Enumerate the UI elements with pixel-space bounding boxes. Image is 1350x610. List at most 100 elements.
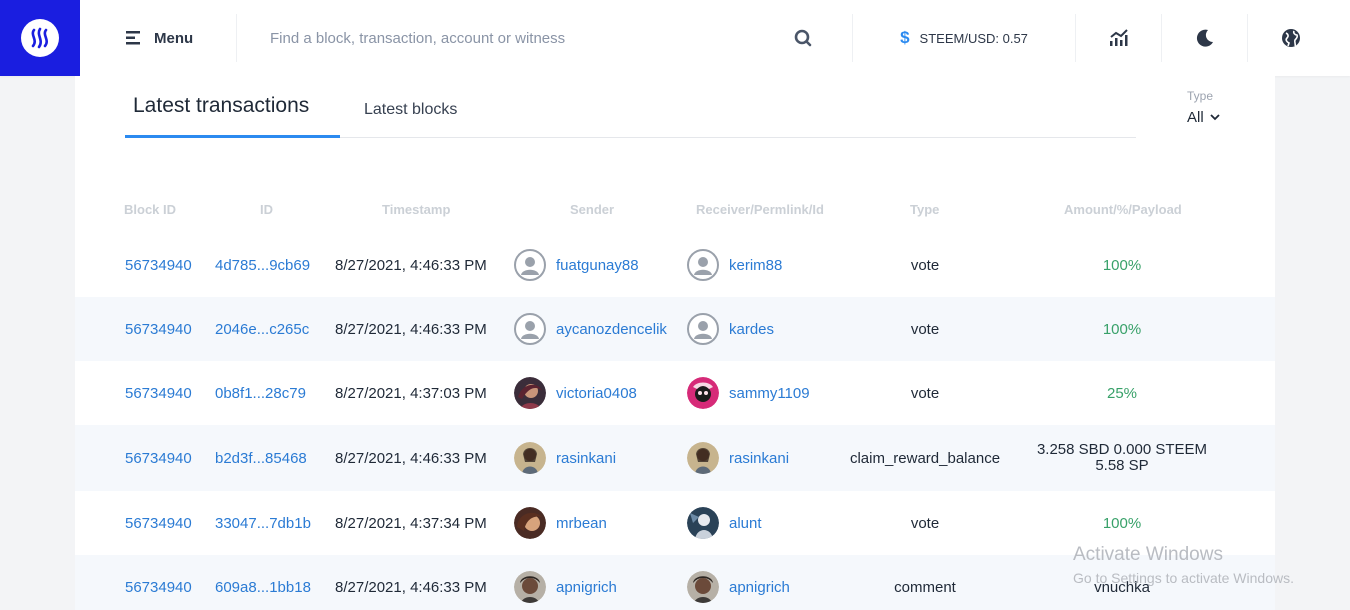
column-header-sender: Sender xyxy=(570,202,615,217)
transaction-id-link[interactable]: 33047...7db1b xyxy=(215,491,311,555)
transaction-type: comment xyxy=(894,578,956,596)
sender: rasinkani xyxy=(514,425,616,491)
default-avatar-icon xyxy=(687,313,719,345)
block-id-link[interactable]: 56734940 xyxy=(125,491,192,555)
table-row[interactable]: 56734940 b2d3f...85468 8/27/2021, 4:46:3… xyxy=(75,425,1275,491)
block-id-link[interactable]: 56734940 xyxy=(125,555,192,610)
chevron-down-icon xyxy=(1210,114,1220,121)
type-filter-select[interactable]: Type All xyxy=(1187,89,1220,127)
tab-bar: Latest transactions Latest blocks xyxy=(125,76,1136,138)
type-filter-value: All xyxy=(1187,109,1204,126)
sender-link[interactable]: mrbean xyxy=(556,515,607,532)
column-header-timestamp: Timestamp xyxy=(382,202,451,217)
chart-button[interactable] xyxy=(1076,0,1161,76)
amount: 100% xyxy=(1102,256,1142,274)
tab-latest-transactions[interactable]: Latest transactions xyxy=(125,76,340,138)
column-header-amount: Amount/%/Payload xyxy=(1064,202,1182,217)
receiver-link[interactable]: rasinkani xyxy=(729,450,789,467)
transactions-card: Latest transactions Latest blocks Type A… xyxy=(75,76,1275,610)
table-row[interactable]: 56734940 0b8f1...28c79 8/27/2021, 4:37:0… xyxy=(75,361,1275,425)
sender-link[interactable]: rasinkani xyxy=(556,450,616,467)
receiver-link[interactable]: alunt xyxy=(729,515,762,532)
receiver-link[interactable]: kardes xyxy=(729,321,774,338)
user-avatar xyxy=(687,442,719,474)
transaction-id-link[interactable]: 4d785...9cb69 xyxy=(215,233,310,297)
theme-toggle[interactable] xyxy=(1162,0,1247,76)
sender: apnigrich xyxy=(514,555,617,610)
logo[interactable] xyxy=(0,0,80,76)
price-ticker[interactable]: $ STEEM/USD: 0.57 xyxy=(853,28,1075,48)
column-header-id: ID xyxy=(260,202,273,217)
amount: 3.258 SBD 0.000 STEEM 5.58 SP xyxy=(1022,425,1222,491)
language-button[interactable] xyxy=(1248,0,1333,76)
default-avatar-icon xyxy=(687,249,719,281)
sender-link[interactable]: fuatgunay88 xyxy=(556,257,639,274)
user-avatar xyxy=(514,507,546,539)
timestamp: 8/27/2021, 4:37:03 PM xyxy=(335,384,487,402)
transaction-id-link[interactable]: 609a8...1bb18 xyxy=(215,555,311,610)
table-header: Block ID ID Timestamp Sender Receiver/Pe… xyxy=(75,202,1275,218)
receiver: alunt xyxy=(687,491,762,555)
block-id-link[interactable]: 56734940 xyxy=(125,425,192,491)
search-bar xyxy=(237,0,852,76)
sender: aycanozdencelik xyxy=(514,297,667,361)
transaction-type: vote xyxy=(910,384,940,402)
moon-icon xyxy=(1196,29,1213,47)
transaction-type: vote xyxy=(910,514,940,532)
table-row[interactable]: 56734940 2046e...c265c 8/27/2021, 4:46:3… xyxy=(75,297,1275,361)
search-icon[interactable] xyxy=(794,29,812,47)
dollar-icon: $ xyxy=(900,28,910,47)
sender-link[interactable]: aycanozdencelik xyxy=(556,321,667,338)
top-bar: Menu $ STEEM/USD: 0.57 xyxy=(0,0,1350,76)
amount: vnuchka xyxy=(1094,578,1150,596)
receiver-link[interactable]: sammy1109 xyxy=(729,385,810,402)
receiver-link[interactable]: kerim88 xyxy=(729,257,782,274)
steem-logo-icon xyxy=(21,19,59,57)
amount-line: 3.258 SBD 0.000 STEEM xyxy=(1036,441,1208,458)
default-avatar-icon xyxy=(514,249,546,281)
menu-icon xyxy=(126,31,140,45)
search-input[interactable] xyxy=(270,29,794,47)
receiver: apnigrich xyxy=(687,555,790,610)
block-id-link[interactable]: 56734940 xyxy=(125,361,192,425)
transaction-type: claim_reward_balance xyxy=(849,449,1001,467)
sender: victoria0408 xyxy=(514,361,637,425)
transaction-id-link[interactable]: 2046e...c265c xyxy=(215,297,309,361)
timestamp: 8/27/2021, 4:46:33 PM xyxy=(335,320,487,338)
user-avatar xyxy=(687,571,719,603)
timestamp: 8/27/2021, 4:37:34 PM xyxy=(335,514,487,532)
sender: fuatgunay88 xyxy=(514,233,639,297)
user-avatar xyxy=(514,571,546,603)
default-avatar-icon xyxy=(514,313,546,345)
column-header-block-id: Block ID xyxy=(124,202,177,217)
receiver: sammy1109 xyxy=(687,361,810,425)
sender-link[interactable]: apnigrich xyxy=(556,579,617,596)
amount: 100% xyxy=(1102,320,1142,338)
user-avatar xyxy=(687,377,719,409)
column-header-receiver: Receiver/Permlink/Id xyxy=(696,202,824,217)
tab-label: Latest blocks xyxy=(364,101,458,118)
amount: 25% xyxy=(1106,384,1138,402)
price-label: STEEM/USD: 0.57 xyxy=(919,30,1028,46)
block-id-link[interactable]: 56734940 xyxy=(125,297,192,361)
transaction-id-link[interactable]: b2d3f...85468 xyxy=(215,425,307,491)
user-avatar xyxy=(514,442,546,474)
amount: 100% xyxy=(1102,514,1142,532)
table-row[interactable]: 56734940 609a8...1bb18 8/27/2021, 4:46:3… xyxy=(75,555,1275,610)
sender: mrbean xyxy=(514,491,607,555)
block-id-link[interactable]: 56734940 xyxy=(125,233,192,297)
transaction-type: vote xyxy=(910,320,940,338)
receiver: rasinkani xyxy=(687,425,789,491)
column-header-type: Type xyxy=(910,202,940,217)
table-row[interactable]: 56734940 33047...7db1b 8/27/2021, 4:37:3… xyxy=(75,491,1275,555)
receiver-link[interactable]: apnigrich xyxy=(729,579,790,596)
sender-link[interactable]: victoria0408 xyxy=(556,385,637,402)
menu-button[interactable]: Menu xyxy=(126,30,236,47)
table-row[interactable]: 56734940 4d785...9cb69 8/27/2021, 4:46:3… xyxy=(75,233,1275,297)
transaction-type: vote xyxy=(910,256,940,274)
menu-label: Menu xyxy=(154,29,194,47)
receiver: kerim88 xyxy=(687,233,782,297)
user-avatar xyxy=(687,507,719,539)
transaction-id-link[interactable]: 0b8f1...28c79 xyxy=(215,361,306,425)
globe-icon xyxy=(1281,29,1300,47)
